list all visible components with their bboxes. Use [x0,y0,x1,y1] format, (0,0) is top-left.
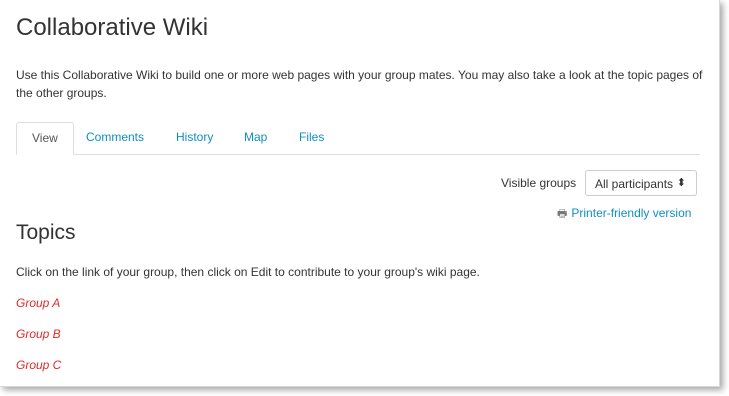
tab-files[interactable]: Files [284,122,339,153]
tab-history[interactable]: History [161,122,228,153]
printer-icon: 🖶 [557,208,568,220]
topics-heading: Topics [16,221,76,244]
visible-groups-label: Visible groups [501,176,577,190]
intro-text: Use this Collaborative Wiki to build one… [16,68,703,100]
group-link-a[interactable]: Group A [16,296,60,310]
tab-comments[interactable]: Comments [71,122,159,153]
wiki-panel: Collaborative Wiki Use this Collaborativ… [0,0,720,387]
printer-friendly-link[interactable]: 🖶 Printer-friendly version [557,205,691,224]
topics-instructions: Click on the link of your group, then cl… [16,265,480,279]
tab-view[interactable]: View [16,122,74,155]
visible-groups-select[interactable]: All participants ⬍ [585,170,697,196]
group-link-c[interactable]: Group C [16,358,61,372]
select-arrows-icon: ⬍ [676,177,686,189]
printer-friendly-label: Printer-friendly version [571,206,692,220]
page-title: Collaborative Wiki [16,14,209,41]
tab-map[interactable]: Map [229,122,282,153]
group-link-b[interactable]: Group B [16,327,61,341]
visible-groups-value: All participants [595,177,674,191]
wiki-tabs: View Comments History Map Files [16,122,700,155]
